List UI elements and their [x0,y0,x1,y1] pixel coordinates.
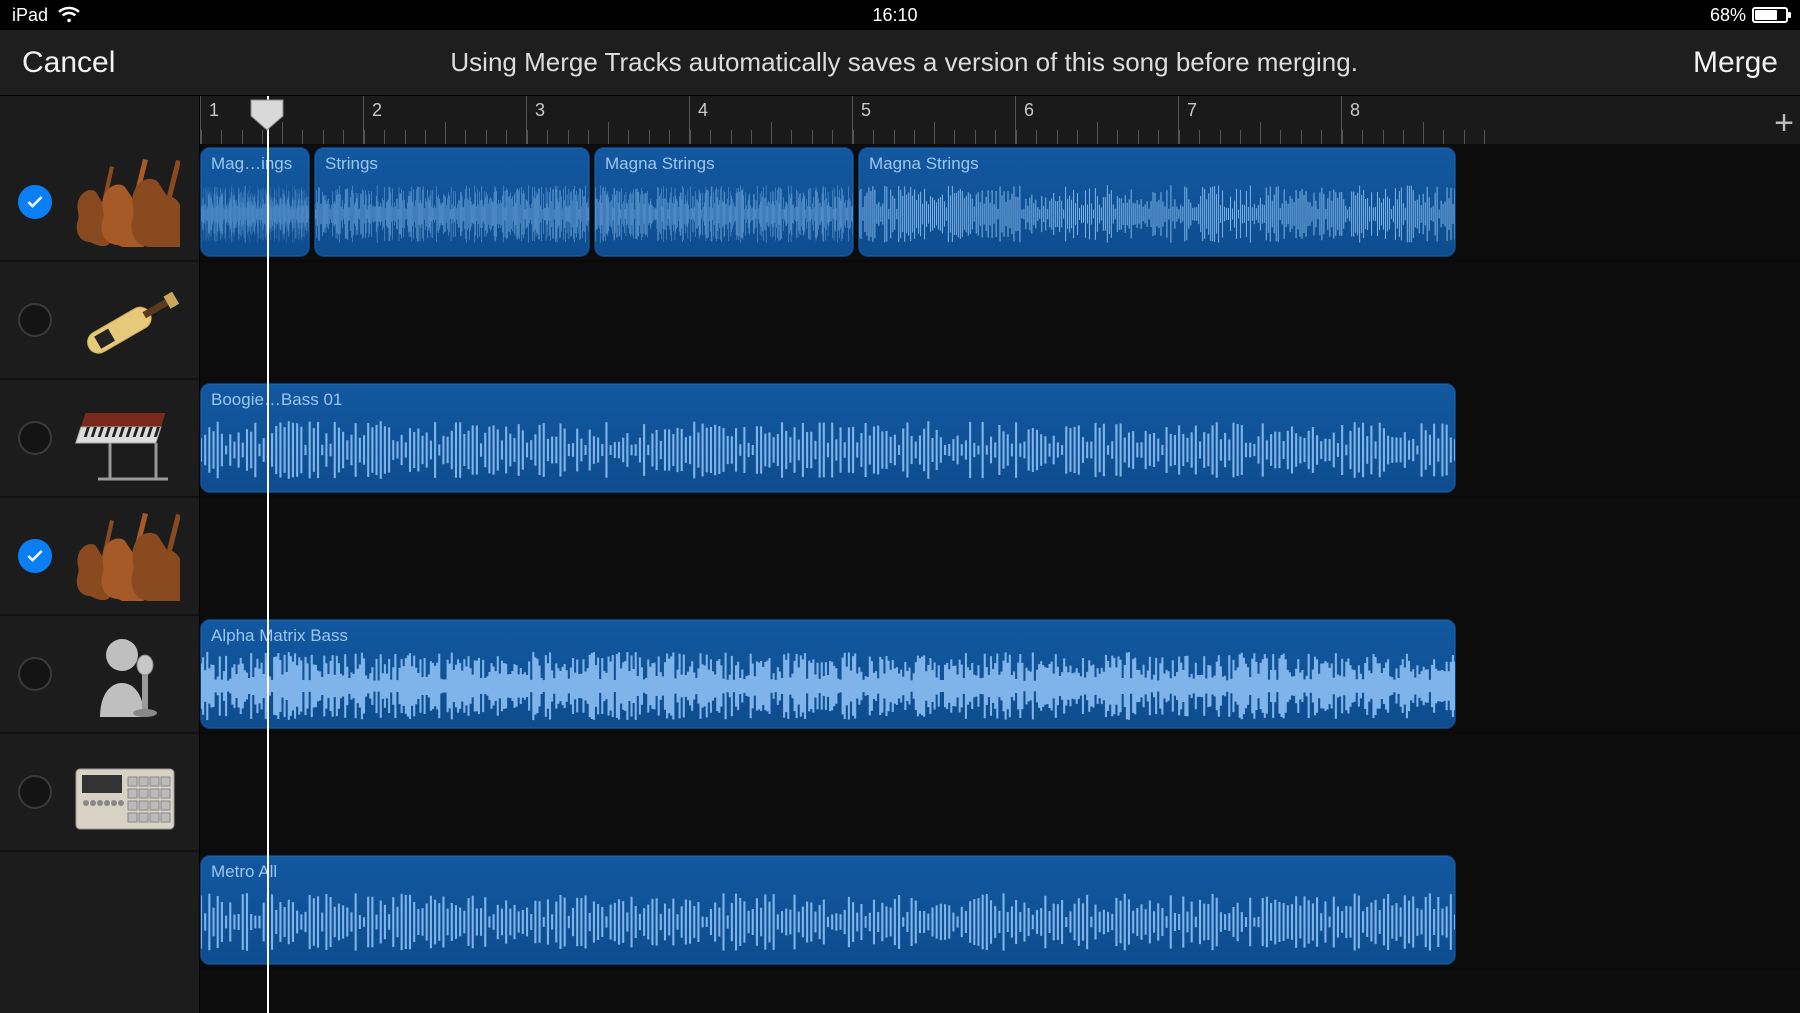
measure-8[interactable]: 8 [1341,96,1504,144]
track-merge-checkbox[interactable] [18,185,52,219]
measure-4[interactable]: 4 [689,96,852,144]
measure-5[interactable]: 5 [852,96,1015,144]
add-measure-button[interactable]: + [1774,104,1794,143]
cancel-button[interactable]: Cancel [22,46,115,80]
region-label: Magna Strings [605,154,715,174]
audio-region[interactable]: Strings [314,147,590,257]
track-merge-checkbox[interactable] [18,657,52,691]
track-region-area[interactable]: Mag…ings Strings Magna Strings Magna String… [200,144,1800,852]
track-merge-checkbox[interactable] [18,303,52,337]
header-bar: Cancel Using Merge Tracks automatically … [0,30,1800,96]
track-row-strings-1[interactable]: Mag…ings Strings Magna Strings Magna String… [200,144,1800,262]
page-title: Using Merge Tracks automatically saves a… [450,47,1358,78]
track-sidebar [0,96,200,1013]
region-label: Magna Strings [869,154,979,174]
device-label: iPad [12,5,48,26]
track-header-strings-1 [0,144,199,262]
track-header-drum-machine [0,734,199,852]
measure-7[interactable]: 7 [1178,96,1341,144]
region-label: Boogie…Bass 01 [211,390,342,410]
track-row-bass-guitar[interactable]: Boogie…Bass 01 [200,380,1800,498]
measure-3[interactable]: 3 [526,96,689,144]
audio-region[interactable]: Mag…ings [200,147,310,257]
track-merge-checkbox[interactable] [18,539,52,573]
vocal-icon[interactable] [70,629,180,719]
track-row-strings-2[interactable]: Metro All [200,852,1800,970]
battery-indicator: 68% [1710,5,1788,26]
battery-percent: 68% [1710,5,1746,26]
audio-region[interactable]: Magna Strings [858,147,1456,257]
measure-6[interactable]: 6 [1015,96,1178,144]
clock: 16:10 [872,5,917,26]
track-merge-checkbox[interactable] [18,421,52,455]
region-label: Mag…ings [211,154,292,174]
ruler[interactable]: 12345678 [200,96,1800,144]
track-header-bass-guitar [0,262,199,380]
region-label: Strings [325,154,378,174]
track-header-strings-2 [0,498,199,616]
region-label: Metro All [211,862,277,882]
merge-button[interactable]: Merge [1693,46,1778,80]
measure-2[interactable]: 2 [363,96,526,144]
drummachine-icon[interactable] [70,747,180,837]
audio-region[interactable]: Boogie…Bass 01 [200,383,1456,493]
strings-icon[interactable] [70,511,180,601]
synth-icon[interactable] [70,393,180,483]
track-header-synth-bass [0,380,199,498]
track-header-vocals [0,616,199,734]
audio-region[interactable]: Magna Strings [594,147,854,257]
guitar-icon[interactable] [70,275,180,365]
region-label: Alpha Matrix Bass [211,626,348,646]
strings-icon[interactable] [70,157,180,247]
playhead-handle[interactable] [249,98,285,132]
timeline[interactable]: 12345678 + Mag…ingsStringsMagna StringsM… [200,96,1800,1013]
audio-region[interactable]: Alpha Matrix Bass [200,619,1456,729]
status-bar: iPad 16:10 68% [0,0,1800,30]
wifi-icon [58,6,80,24]
track-merge-checkbox[interactable] [18,775,52,809]
audio-region[interactable]: Metro All [200,855,1456,965]
track-row-synth-bass[interactable]: Alpha Matrix Bass [200,616,1800,734]
